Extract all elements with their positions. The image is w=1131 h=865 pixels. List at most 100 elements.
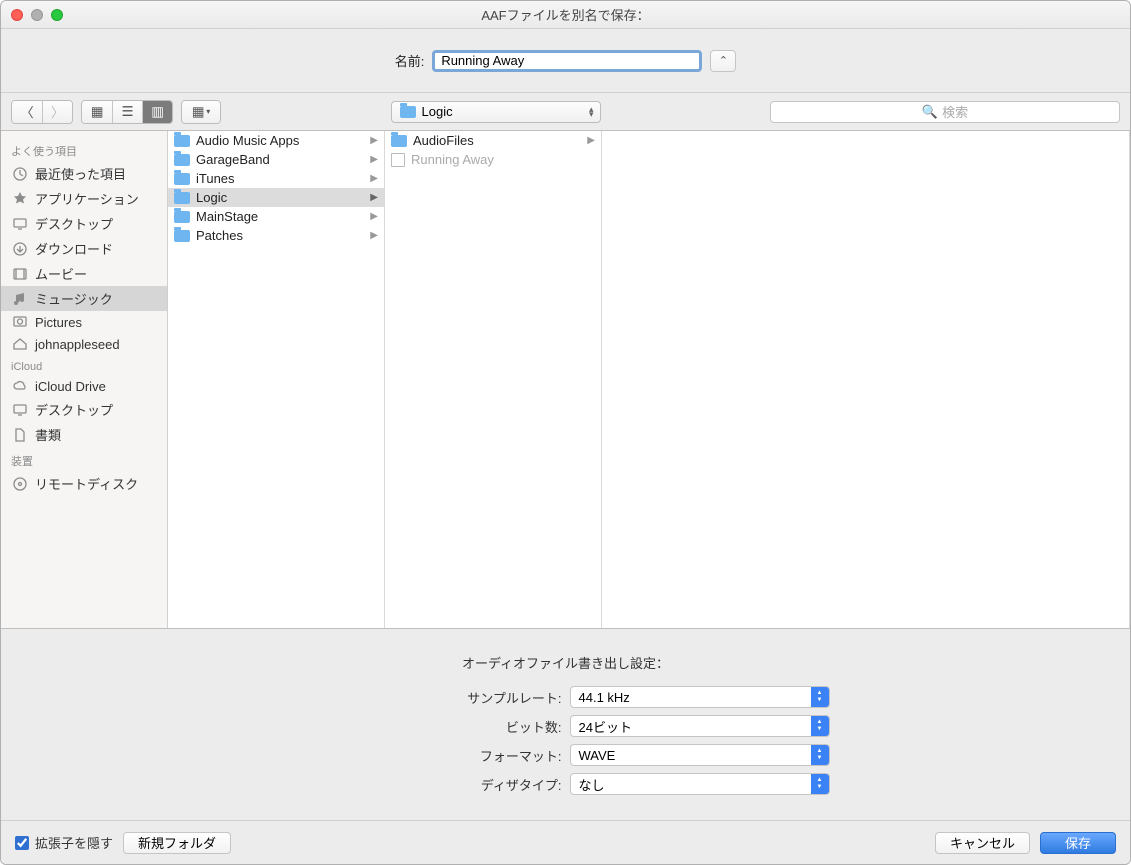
sidebar-item-icloud-documents[interactable]: 書類 bbox=[1, 422, 167, 447]
hide-extension-checkbox[interactable]: 拡張子を隠す bbox=[15, 833, 113, 852]
filename-input[interactable] bbox=[432, 50, 702, 72]
list-view-button[interactable]: ☰ bbox=[112, 101, 142, 123]
list-icon: ☰ bbox=[122, 104, 134, 120]
sidebar-item-desktop[interactable]: デスクトップ bbox=[1, 211, 167, 236]
chevron-right-icon: ▶ bbox=[370, 154, 378, 165]
disc-icon bbox=[11, 476, 29, 492]
folder-row[interactable]: Logic ▶ bbox=[168, 188, 384, 207]
chevron-down-icon: ▾ bbox=[206, 107, 210, 116]
path-dropdown[interactable]: Logic ▴▾ bbox=[391, 101, 601, 123]
folder-row[interactable]: Patches▶ bbox=[168, 226, 384, 245]
cancel-button[interactable]: キャンセル bbox=[935, 832, 1030, 854]
desktop-icon bbox=[11, 216, 29, 232]
browser-column-3 bbox=[602, 131, 1130, 628]
checkbox-input[interactable] bbox=[15, 836, 29, 850]
search-input[interactable]: 🔍 検索 bbox=[770, 101, 1120, 123]
back-button[interactable]: 〈 bbox=[12, 101, 42, 123]
dither-select[interactable]: なし bbox=[570, 773, 830, 795]
format-select[interactable]: WAVE bbox=[570, 744, 830, 766]
select-arrows-icon: ▴▾ bbox=[589, 107, 594, 117]
folder-row[interactable]: iTunes▶ bbox=[168, 169, 384, 188]
file-label: Running Away bbox=[411, 152, 494, 167]
desktop-icon bbox=[11, 402, 29, 418]
grid-icon: ▦ bbox=[91, 104, 104, 120]
chevron-right-icon: ▶ bbox=[370, 135, 378, 146]
chevron-right-icon: ▶ bbox=[587, 135, 595, 146]
save-button[interactable]: 保存 bbox=[1040, 832, 1116, 854]
column-view-button[interactable]: ▥ bbox=[142, 101, 172, 123]
sidebar-item-label: ダウンロード bbox=[35, 239, 113, 258]
select-value: WAVE bbox=[579, 748, 616, 763]
checkbox-label: 拡張子を隠す bbox=[35, 833, 113, 852]
folder-row[interactable]: Audio Music Apps▶ bbox=[168, 131, 384, 150]
select-arrows-icon bbox=[811, 716, 829, 736]
new-folder-button[interactable]: 新規フォルダ bbox=[123, 832, 231, 854]
sidebar-item-home[interactable]: johnappleseed bbox=[1, 333, 167, 355]
forward-button: 〉 bbox=[42, 101, 72, 123]
sidebar-item-movies[interactable]: ムービー bbox=[1, 261, 167, 286]
export-settings: オーディオファイル書き出し設定： サンプルレート: 44.1 kHz ビット数:… bbox=[1, 629, 1130, 820]
folder-icon bbox=[174, 135, 190, 147]
arrange-segment: ▦▾ bbox=[181, 100, 221, 124]
folder-row[interactable]: MainStage▶ bbox=[168, 207, 384, 226]
folder-icon bbox=[174, 192, 190, 204]
sample-rate-select[interactable]: 44.1 kHz bbox=[570, 686, 830, 708]
folder-label: GarageBand bbox=[196, 152, 270, 167]
folder-icon bbox=[174, 154, 190, 166]
close-icon[interactable] bbox=[11, 9, 23, 21]
chevron-right-icon: ▶ bbox=[370, 192, 378, 203]
sidebar-item-icloud-desktop[interactable]: デスクトップ bbox=[1, 397, 167, 422]
folder-icon bbox=[400, 106, 416, 118]
home-icon bbox=[11, 336, 29, 352]
titlebar: AAFファイルを別名で保存： bbox=[1, 1, 1130, 29]
bit-depth-label: ビット数: bbox=[302, 717, 562, 736]
chevron-right-icon: 〉 bbox=[51, 102, 64, 121]
file-row[interactable]: Running Away bbox=[385, 150, 601, 169]
bit-depth-select[interactable]: 24ビット bbox=[570, 715, 830, 737]
browser-column-2: AudioFiles ▶ Running Away bbox=[385, 131, 602, 628]
save-dialog: AAFファイルを別名で保存： 名前: ⌃ 〈 〉 ▦ ☰ ▥ ▦▾ Logic … bbox=[0, 0, 1131, 865]
folder-icon bbox=[174, 211, 190, 223]
sidebar-item-label: ミュージック bbox=[35, 289, 113, 308]
sidebar-item-downloads[interactable]: ダウンロード bbox=[1, 236, 167, 261]
columns-icon: ▥ bbox=[151, 104, 164, 120]
folder-row[interactable]: GarageBand ▶ bbox=[168, 150, 384, 169]
folder-label: Logic bbox=[196, 190, 227, 205]
sidebar-item-label: アプリケーション bbox=[35, 189, 139, 208]
sidebar-item-recents[interactable]: 最近使った項目 bbox=[1, 161, 167, 186]
sidebar-item-label: Pictures bbox=[35, 315, 82, 330]
sidebar-item-music[interactable]: ミュージック bbox=[1, 286, 167, 311]
nav-segment: 〈 〉 bbox=[11, 100, 73, 124]
sidebar-item-icloud-drive[interactable]: iCloud Drive bbox=[1, 375, 167, 397]
sample-rate-label: サンプルレート: bbox=[302, 688, 562, 707]
folder-icon bbox=[391, 135, 407, 147]
folder-label: AudioFiles bbox=[413, 133, 474, 148]
bottom-bar: 拡張子を隠す 新規フォルダ キャンセル 保存 bbox=[1, 820, 1130, 864]
app-icon bbox=[11, 191, 29, 207]
maximize-icon[interactable] bbox=[51, 9, 63, 21]
sidebar-item-pictures[interactable]: Pictures bbox=[1, 311, 167, 333]
sidebar-item-label: リモートディスク bbox=[35, 474, 138, 493]
select-arrows-icon bbox=[811, 774, 829, 794]
search-placeholder: 検索 bbox=[942, 102, 968, 121]
chevron-right-icon: ▶ bbox=[370, 211, 378, 222]
sidebar-item-label: ムービー bbox=[35, 264, 87, 283]
select-arrows-icon bbox=[811, 687, 829, 707]
download-icon bbox=[11, 241, 29, 257]
folder-row[interactable]: AudioFiles ▶ bbox=[385, 131, 601, 150]
arrange-button[interactable]: ▦▾ bbox=[182, 101, 220, 123]
chevron-right-icon: ▶ bbox=[370, 230, 378, 241]
music-icon bbox=[11, 291, 29, 307]
window-title: AAFファイルを別名で保存： bbox=[1, 5, 1130, 24]
movie-icon bbox=[11, 266, 29, 282]
sidebar-item-remote-disc[interactable]: リモートディスク bbox=[1, 471, 167, 496]
sidebar-item-applications[interactable]: アプリケーション bbox=[1, 186, 167, 211]
sidebar-item-label: 最近使った項目 bbox=[35, 164, 126, 183]
folder-label: iTunes bbox=[196, 171, 235, 186]
view-segment: ▦ ☰ ▥ bbox=[81, 100, 173, 124]
toolbar: 〈 〉 ▦ ☰ ▥ ▦▾ Logic ▴▾ 🔍 検索 bbox=[1, 93, 1130, 131]
document-icon bbox=[11, 427, 29, 443]
icon-view-button[interactable]: ▦ bbox=[82, 101, 112, 123]
expand-collapse-button[interactable]: ⌃ bbox=[710, 50, 736, 72]
path-label: Logic bbox=[422, 104, 453, 119]
